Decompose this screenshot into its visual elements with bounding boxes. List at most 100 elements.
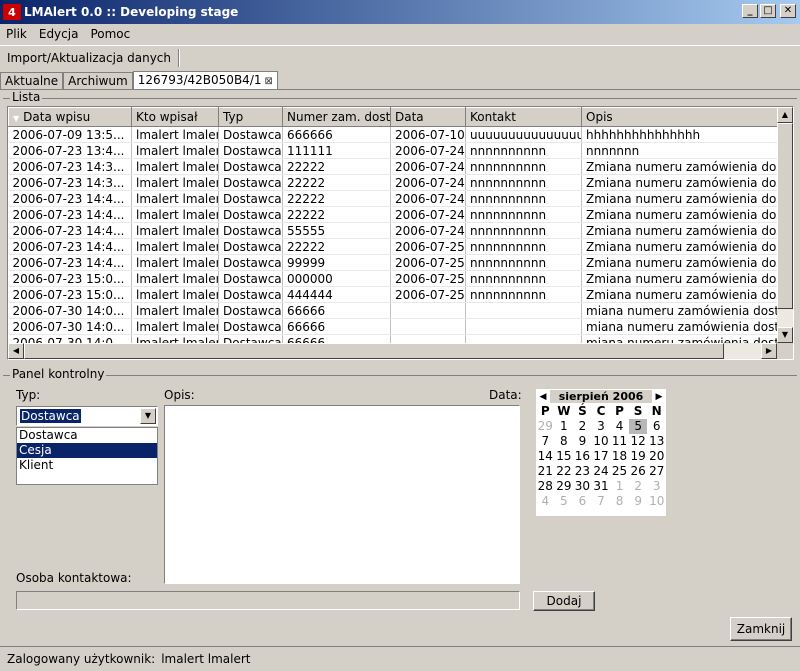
typ-dropdown-list[interactable]: Dostawca Cesja Klient xyxy=(16,427,158,485)
calendar-day[interactable]: 8 xyxy=(610,494,629,509)
table-row[interactable]: 2006-07-23 14:4... lmalert lmalert Dostawc… xyxy=(8,238,779,255)
typ-option-klient[interactable]: Klient xyxy=(17,458,157,473)
next-month-icon[interactable]: ▶ xyxy=(652,392,666,402)
calendar-day[interactable]: 7 xyxy=(536,434,555,449)
calendar-day[interactable]: 17 xyxy=(592,449,611,464)
calendar-day[interactable]: 27 xyxy=(647,464,666,479)
tab-archiwum[interactable]: Archiwum xyxy=(63,72,133,90)
maximize-button[interactable]: □ xyxy=(760,4,776,18)
calendar-day[interactable]: 9 xyxy=(573,434,592,449)
minimize-button[interactable]: _ xyxy=(742,4,758,18)
table-row[interactable]: 2006-07-23 15:0... lmalert lmalert Dostawc… xyxy=(8,270,779,287)
calendar-day[interactable]: 8 xyxy=(555,434,574,449)
close-button[interactable]: Zamknij xyxy=(730,617,792,641)
typ-option-dostawca[interactable]: Dostawca xyxy=(17,428,157,443)
vertical-scrollbar[interactable]: ▲ ▼ xyxy=(777,107,793,343)
calendar-day[interactable]: 18 xyxy=(610,449,629,464)
scroll-up-icon[interactable]: ▲ xyxy=(777,107,793,123)
table-row[interactable]: 2006-07-23 14:3... lmalert lmalert Dostawc… xyxy=(8,174,779,191)
menu-edycja[interactable]: Edycja xyxy=(33,27,85,41)
calendar-day[interactable]: 11 xyxy=(610,434,629,449)
calendar-day[interactable]: 24 xyxy=(592,464,611,479)
calendar-day[interactable]: 12 xyxy=(629,434,648,449)
calendar-day[interactable]: 21 xyxy=(536,464,555,479)
column-header[interactable]: ▼ Data wpisu xyxy=(8,107,132,127)
calendar-day[interactable]: 9 xyxy=(629,494,648,509)
calendar-day[interactable]: 23 xyxy=(573,464,592,479)
table-row[interactable]: 2006-07-30 14:0...lmalert lmalertDostawc… xyxy=(8,318,779,335)
data-label: Data: xyxy=(489,388,522,402)
scroll-left-icon[interactable]: ◀ xyxy=(8,343,24,359)
menu-plik[interactable]: Plik xyxy=(0,27,33,41)
opis-textarea[interactable] xyxy=(164,405,520,584)
table-row[interactable]: 2006-07-23 15:0... lmalert lmalert Dostawc… xyxy=(8,286,779,303)
table-row[interactable]: 2006-07-23 14:4... lmalert lmalert Dostawc… xyxy=(8,254,779,271)
tab-order-detail[interactable]: 126793/42B050B4/1 ⊠ xyxy=(132,71,278,90)
calendar-day[interactable]: 6 xyxy=(647,419,666,434)
calendar-day[interactable]: 4 xyxy=(610,419,629,434)
table-row[interactable]: 2006-07-23 14:4... lmalert lmalert Dostawc… xyxy=(8,222,779,239)
calendar-day[interactable]: 20 xyxy=(647,449,666,464)
calendar-day[interactable]: 10 xyxy=(647,494,666,509)
calendar-day[interactable]: 2 xyxy=(573,419,592,434)
typ-option-cesja[interactable]: Cesja xyxy=(17,443,157,458)
column-header[interactable]: Kontakt xyxy=(465,107,582,127)
date-calendar[interactable]: ◀ sierpień 2006 ▶ P W Ś C P S N 29 1 2 3 4 5 6 7 8 9 10 11… xyxy=(536,389,666,516)
calendar-day[interactable]: 22 xyxy=(555,464,574,479)
table-row[interactable]: 2006-07-23 14:3... lmalert lmalert Dostawc… xyxy=(8,158,779,175)
calendar-day[interactable]: 5 xyxy=(628,419,648,434)
calendar-day[interactable]: 4 xyxy=(536,494,555,509)
table-row[interactable]: 2006-07-09 13:5... lmalert lmalert Dostawc… xyxy=(8,126,779,143)
calendar-day[interactable]: 13 xyxy=(647,434,666,449)
column-header[interactable]: Opis xyxy=(581,107,779,127)
scroll-thumb[interactable] xyxy=(24,343,724,359)
calendar-day[interactable]: 2 xyxy=(629,479,648,494)
column-header[interactable]: Kto wpisał xyxy=(131,107,219,127)
calendar-day[interactable]: 3 xyxy=(647,479,666,494)
calendar-day[interactable]: 14 xyxy=(536,449,555,464)
table-row[interactable]: 2006-07-23 14:4... lmalert lmalert Dostawc… xyxy=(8,206,779,223)
calendar-day[interactable]: 25 xyxy=(610,464,629,479)
import-update-button[interactable]: Import/Aktualizacja danych xyxy=(0,51,178,65)
table-cell: nnnnnnnnnn xyxy=(465,158,582,175)
calendar-day[interactable]: 26 xyxy=(629,464,648,479)
table-cell: nnnnnnnnnn xyxy=(465,206,582,223)
add-button[interactable]: Dodaj xyxy=(533,591,595,611)
calendar-day[interactable]: 31 xyxy=(592,479,611,494)
typ-select[interactable]: Dostawca ▼ xyxy=(16,406,158,426)
calendar-day[interactable]: 1 xyxy=(555,419,574,434)
prev-month-icon[interactable]: ◀ xyxy=(536,392,550,402)
scroll-down-icon[interactable]: ▼ xyxy=(777,327,793,343)
scroll-thumb[interactable] xyxy=(777,123,793,309)
table-row[interactable]: 2006-07-30 14:0...lmalert lmalertDostawc… xyxy=(8,302,779,319)
close-window-button[interactable]: ✕ xyxy=(780,4,796,18)
table-row[interactable]: 2006-07-23 13:4... lmalert lmalert Dostawc… xyxy=(8,142,779,159)
calendar-day[interactable]: 3 xyxy=(592,419,611,434)
scroll-right-icon[interactable]: ▶ xyxy=(761,343,777,359)
calendar-day[interactable]: 30 xyxy=(573,479,592,494)
menu-pomoc[interactable]: Pomoc xyxy=(84,27,136,41)
chevron-down-icon[interactable]: ▼ xyxy=(140,408,156,424)
calendar-day[interactable]: 28 xyxy=(536,479,555,494)
data-table[interactable]: ▼ Data wpisu Kto wpisał Typ Numer zam. do… xyxy=(7,106,794,360)
column-header[interactable]: Typ xyxy=(218,107,283,127)
table-cell: 111111 xyxy=(282,142,391,159)
column-header[interactable]: Numer zam. dost. xyxy=(282,107,391,127)
contact-person-field[interactable] xyxy=(16,591,520,610)
column-header[interactable]: Data xyxy=(390,107,466,127)
table-row[interactable]: 2006-07-23 14:4... lmalert lmalert Dostawc… xyxy=(8,190,779,207)
calendar-day[interactable]: 7 xyxy=(592,494,611,509)
calendar-day[interactable]: 10 xyxy=(592,434,611,449)
horizontal-scrollbar[interactable]: ◀ ▶ xyxy=(8,343,777,359)
weekday-header: Ś xyxy=(578,404,587,418)
calendar-day[interactable]: 16 xyxy=(573,449,592,464)
calendar-day[interactable]: 29 xyxy=(555,479,574,494)
tab-aktualne[interactable]: Aktualne xyxy=(0,72,64,90)
calendar-day[interactable]: 6 xyxy=(573,494,592,509)
calendar-day[interactable]: 5 xyxy=(555,494,574,509)
calendar-day[interactable]: 29 xyxy=(536,419,555,434)
calendar-day[interactable]: 19 xyxy=(629,449,648,464)
tab-close-icon[interactable]: ⊠ xyxy=(265,76,273,87)
calendar-day[interactable]: 15 xyxy=(555,449,574,464)
calendar-day[interactable]: 1 xyxy=(610,479,629,494)
